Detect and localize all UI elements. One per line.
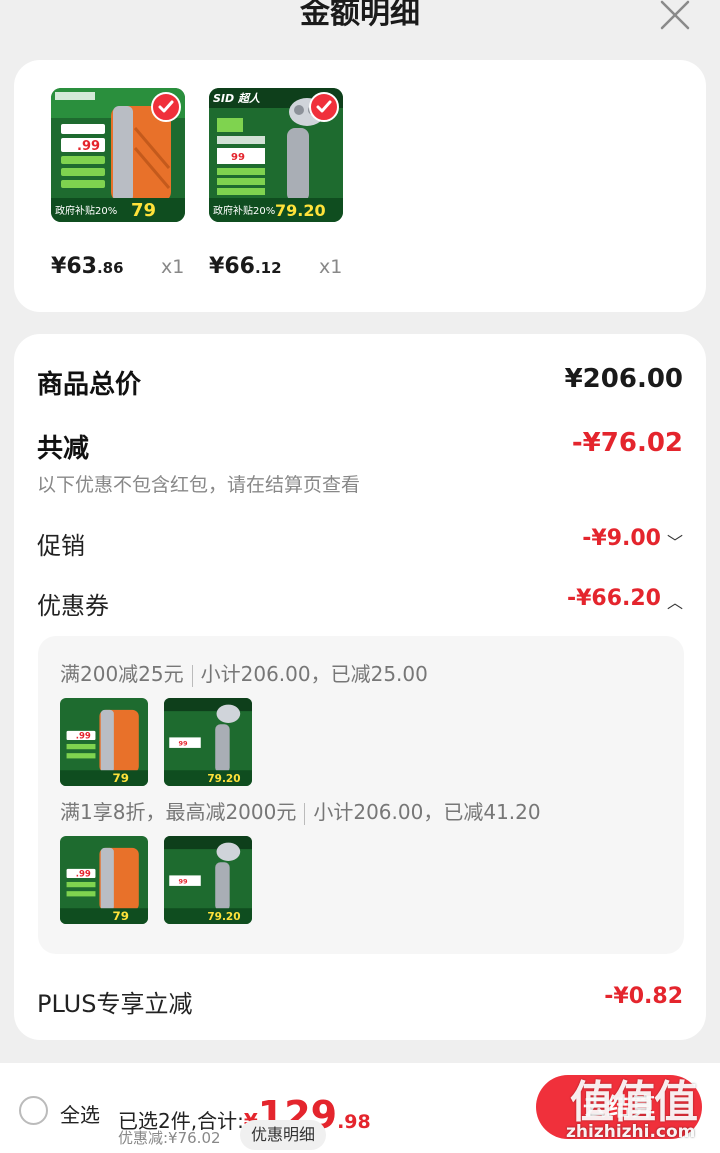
svg-text:.99: .99 xyxy=(76,870,91,880)
reduce-note: 以下优惠不包含红包，请在结算页查看 xyxy=(37,474,361,496)
coupon-subtotal-text: 小计206.00，已减41.20 xyxy=(313,800,541,824)
chevron-down-icon[interactable]: ﹀ xyxy=(667,529,683,553)
plus-discount-value: -¥0.82 xyxy=(604,984,683,1009)
currency-symbol: ¥ xyxy=(209,254,225,279)
price-decimal: .86 xyxy=(96,259,124,277)
product-price: ¥63.86 x1 xyxy=(51,254,221,284)
product-thumbnail[interactable]: .99 政府补贴20% 79 xyxy=(51,88,185,222)
price-integer: 63 xyxy=(66,254,97,279)
discount-detail-button[interactable]: 优惠明细 xyxy=(240,1120,327,1150)
svg-text:.99: .99 xyxy=(77,139,100,154)
svg-text:99: 99 xyxy=(178,877,188,885)
svg-text:99: 99 xyxy=(178,739,188,747)
discount-amount: 优惠减:¥76.02 xyxy=(118,1129,221,1147)
coupon-detail-panel: 满200减25元 小计206.00，已减25.00 .99 79 99 79.2… xyxy=(38,636,684,954)
coupon-rule-text: 满1享8折，最高减2000元 xyxy=(60,800,297,824)
product-thumbnail[interactable]: SID 超人 99 政府补贴20% 79.20 xyxy=(209,88,343,222)
price-integer: 66 xyxy=(224,254,255,279)
checkout-button[interactable]: 去结算 xyxy=(536,1075,702,1139)
promo-value: -¥9.00 xyxy=(582,526,661,551)
svg-text:79.20: 79.20 xyxy=(207,911,240,923)
total-reduce-value: -¥76.02 xyxy=(571,428,683,458)
coupon-product-thumbnail[interactable]: 99 79.20 xyxy=(164,836,252,924)
coupon-value: -¥66.20 xyxy=(566,586,661,611)
svg-text:79.20: 79.20 xyxy=(207,773,240,785)
coupon-product-thumbnail[interactable]: .99 79 xyxy=(60,836,148,924)
svg-text:79.20: 79.20 xyxy=(275,201,326,220)
plus-discount-label: PLUS专享立减 xyxy=(37,990,193,1018)
silver-shaver-image: 99 79.20 xyxy=(164,836,252,924)
checkout-bar: 全选 已选2件,合计:¥129.98 优惠减:¥76.02 优惠明细 去结算 xyxy=(0,1063,720,1153)
total-decimal: .98 xyxy=(337,1111,371,1133)
close-icon[interactable] xyxy=(656,0,692,34)
product-item[interactable]: .99 政府补贴20% 79 ¥63.86 x1 xyxy=(51,88,185,279)
total-price-value: ¥206.00 xyxy=(564,364,683,394)
checkmark-icon xyxy=(309,92,339,122)
checkmark-icon xyxy=(151,92,181,122)
svg-text:79: 79 xyxy=(131,200,156,221)
svg-text:SID 超人: SID 超人 xyxy=(213,92,261,105)
total-price-label: 商品总价 xyxy=(37,370,142,400)
coupon-value-group[interactable]: -¥66.20 ︿ xyxy=(567,586,683,613)
product-quantity: x1 xyxy=(319,256,343,278)
product-item[interactable]: SID 超人 99 政府补贴20% 79.20 ¥66.12 x1 xyxy=(209,88,343,279)
promo-value-group[interactable]: -¥9.00 ﹀ xyxy=(582,526,683,553)
select-all-label[interactable]: 全选 xyxy=(60,1099,100,1128)
divider xyxy=(304,802,306,825)
selected-products-card: .99 政府补贴20% 79 ¥63.86 x1 SID 超人 99 政府补贴2… xyxy=(14,60,706,312)
svg-text:79: 79 xyxy=(113,771,129,785)
page-title: 金额明细 xyxy=(300,0,420,31)
chevron-up-icon[interactable]: ︿ xyxy=(667,589,683,613)
price-decimal: .12 xyxy=(254,259,282,277)
select-all-radio[interactable] xyxy=(19,1096,48,1125)
price-summary-card: 商品总价 ¥206.00 共减 -¥76.02 以下优惠不包含红包，请在结算页查… xyxy=(14,334,706,1040)
coupon-product-thumbnail[interactable]: .99 79 xyxy=(60,698,148,786)
orange-shaver-image: .99 79 xyxy=(60,836,148,924)
svg-text:政府补贴20%: 政府补贴20% xyxy=(55,204,117,217)
svg-text:99: 99 xyxy=(231,152,245,163)
divider xyxy=(191,664,193,687)
coupon-rule-2: 满1享8折，最高减2000元 小计206.00，已减41.20 xyxy=(60,796,541,825)
product-price: ¥66.12 x1 xyxy=(209,254,379,284)
svg-text:政府补贴20%: 政府补贴20% xyxy=(213,204,275,217)
orange-shaver-image: .99 79 xyxy=(60,698,148,786)
svg-text:.99: .99 xyxy=(76,732,91,742)
header: 金额明细 xyxy=(0,0,720,50)
coupon-product-thumbnail[interactable]: 99 79.20 xyxy=(164,698,252,786)
coupon-rule-1: 满200减25元 小计206.00，已减25.00 xyxy=(60,658,428,687)
promo-label: 促销 xyxy=(37,532,85,560)
silver-shaver-image: 99 79.20 xyxy=(164,698,252,786)
product-quantity: x1 xyxy=(161,256,185,278)
currency-symbol: ¥ xyxy=(51,254,67,279)
coupon-rule-text: 满200减25元 xyxy=(60,662,184,686)
coupon-label: 优惠券 xyxy=(37,592,109,620)
total-reduce-label: 共减 xyxy=(37,434,90,464)
svg-text:79: 79 xyxy=(113,909,129,923)
coupon-subtotal-text: 小计206.00，已减25.00 xyxy=(200,662,428,686)
